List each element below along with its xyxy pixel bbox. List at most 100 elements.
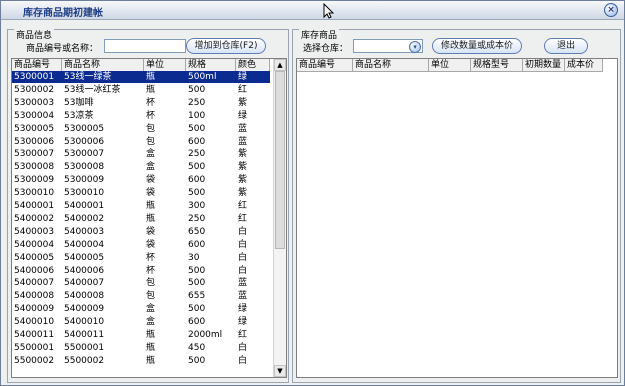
table-cell: 瓶: [146, 355, 156, 366]
table-cell: 5500001: [14, 342, 55, 353]
table-row[interactable]: 5400007 5400007 包 500 蓝: [12, 277, 274, 289]
table-row[interactable]: 5400004 5400004 袋 600 白: [12, 239, 274, 251]
table-row[interactable]: 5400011 5400011 瓶 2000ml 红: [12, 329, 274, 341]
table-cell: 250: [188, 213, 206, 224]
table-cell: 5500002: [64, 355, 105, 366]
table-row[interactable]: 5300010 5300010 袋 500 紫: [12, 187, 274, 199]
table-row[interactable]: 5300005 5300005 包 500 蓝: [12, 123, 274, 135]
table-row[interactable]: 5300001 53线一绿茶瓶 500ml 绿: [12, 71, 274, 83]
window-title: 库存商品期初建帐: [23, 8, 103, 19]
table-cell: 500: [188, 304, 206, 315]
table-cell: 53凉茶: [64, 110, 94, 121]
table-cell: 5500001: [64, 342, 105, 353]
exit-button[interactable]: 退出: [544, 38, 588, 54]
table-row[interactable]: 5400010 5400010 盒 600 绿: [12, 316, 274, 328]
table-row[interactable]: 5400008 5400008 包 655 蓝: [12, 290, 274, 302]
table-cell: 250: [188, 149, 206, 160]
modify-quantity-cost-button[interactable]: 修改数量或成本价: [432, 38, 522, 54]
table-cell: 红: [238, 84, 248, 95]
warehouse-column-header[interactable]: 成本价: [565, 59, 603, 72]
table-row[interactable]: 5400006 5400006 杯 500 白: [12, 265, 274, 277]
table-row[interactable]: 5300004 53凉茶 杯 100 绿: [12, 110, 274, 122]
table-cell: 5300006: [64, 136, 105, 147]
table-cell: 紫: [238, 162, 248, 173]
table-row[interactable]: 5300007 5300007 盒 250 紫: [12, 148, 274, 160]
table-row[interactable]: 5300009 5300009 袋 600 紫: [12, 174, 274, 186]
table-row[interactable]: 5400001 5400001 瓶 300 红: [12, 200, 274, 212]
table-cell: 红: [238, 201, 248, 211]
table-cell: 包: [146, 278, 156, 289]
table-cell: 5300006: [14, 136, 55, 147]
table-cell: 白: [238, 239, 248, 250]
table-cell: 5300008: [64, 162, 105, 173]
warehouse-products-table: 商品编号 商品名称 单位 规格型号 初期数量 成本价: [296, 58, 618, 378]
product-table-scrollbar[interactable]: ▲ ▼: [273, 59, 286, 377]
table-cell: 5400008: [14, 291, 55, 302]
table-cell: 5400002: [64, 213, 105, 224]
table-cell: 蓝: [238, 123, 248, 134]
product-table: 商品编号 商品名称 单位 规格 颜色 5300001 53线一绿茶瓶 500ml 绿 53000…: [11, 58, 287, 378]
table-row[interactable]: 5500001 5500001 瓶 450 白: [12, 342, 274, 354]
warehouse-column-header[interactable]: 规格型号: [471, 59, 523, 72]
scroll-thumb[interactable]: [275, 71, 285, 249]
table-cell: 500: [188, 188, 206, 199]
product-info-title: 商品信息: [14, 28, 55, 41]
table-row[interactable]: 5400005 5400005 杯 30 白: [12, 252, 274, 264]
table-cell: 500: [188, 355, 206, 366]
product-info-group: 商品信息 商品编号或名称： 增加到仓库(F2) 商品编号 商品名称 单位 规格 颜色 5…: [7, 28, 289, 383]
table-cell: 袋: [146, 226, 156, 237]
table-row[interactable]: 5500002 5500002 瓶 500 白: [12, 355, 274, 367]
scroll-up-icon[interactable]: ▲: [274, 59, 286, 71]
warehouse-select[interactable]: ▾: [353, 39, 423, 53]
table-cell: 瓶: [146, 84, 156, 95]
table-cell: 500: [188, 123, 206, 134]
table-cell: 盒: [146, 317, 156, 328]
table-cell: 瓶: [144, 71, 186, 83]
table-row[interactable]: 5400003 5400003 袋 650 白: [12, 226, 274, 238]
table-cell: 600: [188, 317, 206, 328]
warehouse-column-header[interactable]: 商品编号: [297, 59, 353, 72]
table-cell: 5400009: [64, 304, 105, 315]
table-cell: 白: [238, 355, 248, 366]
product-table-header: 商品编号 商品名称 单位 规格 颜色: [12, 59, 274, 72]
close-icon[interactable]: ×: [604, 3, 618, 17]
table-cell: 5400003: [64, 226, 105, 237]
table-row[interactable]: 5300003 53咖啡 杯 250 紫: [12, 97, 274, 109]
warehouse-column-header[interactable]: 商品名称: [353, 59, 429, 72]
table-cell: 500: [188, 265, 206, 276]
table-row[interactable]: 5400002 5400002 瓶 250 红: [12, 213, 274, 225]
table-cell: 5300004: [14, 110, 55, 121]
table-cell: 盒: [146, 149, 156, 160]
table-cell: 5400005: [14, 252, 55, 263]
table-cell: 5500002: [14, 355, 55, 366]
table-cell: 655: [188, 291, 206, 302]
product-search-input[interactable]: [104, 39, 186, 53]
table-cell: 53线一绿茶: [62, 71, 144, 83]
table-cell: 5400006: [64, 265, 105, 276]
table-cell: 杯: [146, 97, 156, 108]
table-cell: 瓶: [146, 213, 156, 224]
table-cell: 红: [238, 213, 248, 224]
title-bar[interactable]: 库存商品期初建帐 ×: [1, 1, 624, 20]
warehouse-column-header[interactable]: 单位: [429, 59, 471, 72]
table-cell: 5400004: [14, 239, 55, 250]
table-cell: 30: [188, 252, 200, 263]
add-to-warehouse-button[interactable]: 增加到仓库(F2): [186, 38, 266, 54]
table-row[interactable]: 5300002 53线一冰红茶 瓶 500 红: [12, 84, 274, 96]
table-row[interactable]: 5400009 5400009 盒 500 绿: [12, 303, 274, 315]
table-cell: 5400007: [14, 278, 55, 289]
table-cell: 白: [238, 265, 248, 276]
table-cell: 5300005: [14, 123, 55, 134]
table-row[interactable]: 5300008 5300008 盒 500 紫: [12, 161, 274, 173]
table-cell: 紫: [238, 188, 248, 199]
app-window: 库存商品期初建帐 × 商品信息 商品编号或名称： 增加到仓库(F2) 商品编号商…: [0, 0, 625, 386]
chevron-down-icon[interactable]: ▾: [409, 41, 421, 53]
table-cell: 5400007: [64, 278, 105, 289]
warehouse-column-header[interactable]: 初期数量: [523, 59, 565, 72]
table-cell: 杯: [146, 110, 156, 121]
table-row[interactable]: 5300006 5300006 包 600 蓝: [12, 136, 274, 148]
table-cell: 5400011: [64, 330, 105, 340]
table-cell: 红: [238, 330, 248, 340]
scroll-down-icon[interactable]: ▼: [274, 365, 286, 377]
table-cell: 100: [188, 110, 206, 121]
